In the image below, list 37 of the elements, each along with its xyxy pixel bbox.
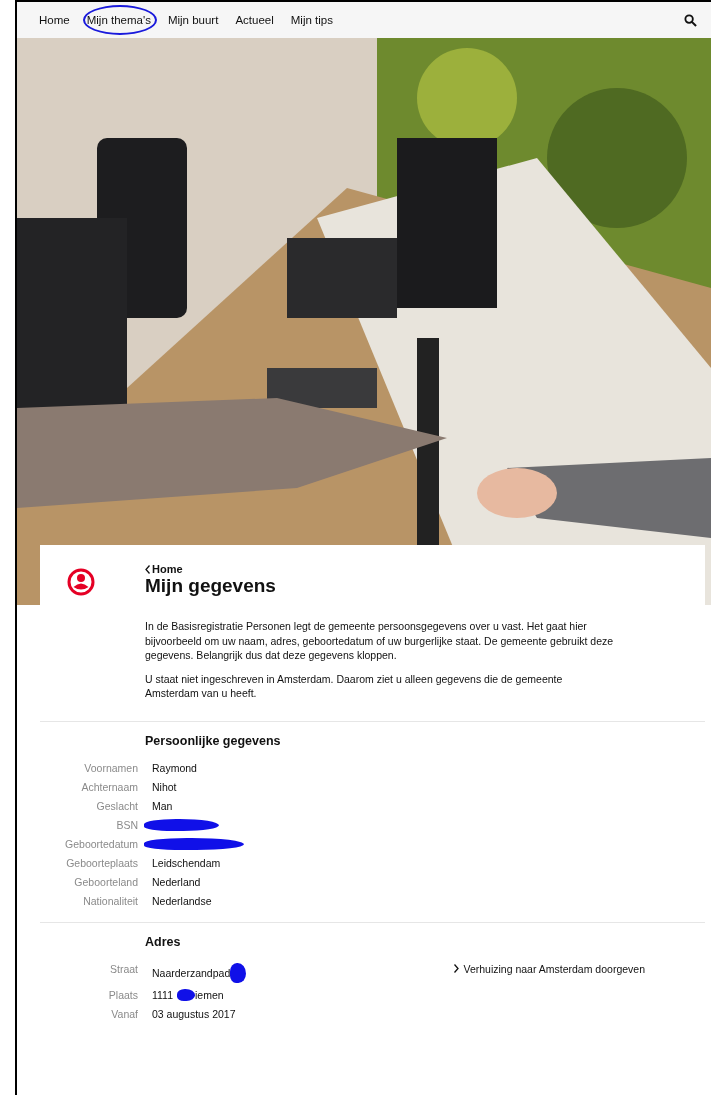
nav-link[interactable]: Mijn thema's [86, 14, 151, 26]
field-label: BSN [115, 818, 138, 832]
field-label: Achternaam [80, 780, 138, 794]
field-label: Geslacht [95, 799, 138, 813]
field-value: iemen [195, 989, 224, 1001]
intro-paragraph: In de Basisregistratie Personen legt de gemeente persoonsgegevens over u vast. Het gaat hier bijvoorbeeld om uw naam, adres, geboortedatum of uw burgerlijke staat. De gemeente gebruikt deze gegevens. Belangrijk dus dat deze gegevens kloppen. [145, 619, 615, 663]
nav-link[interactable]: Mijn buurt [167, 14, 219, 26]
section-title: Persoonlijke gegevens [145, 733, 282, 748]
field-label: Geboorteplaats [65, 856, 138, 870]
field-value: Leidschendam [152, 857, 221, 869]
field-value: Raymond [152, 762, 197, 774]
field-label: Nationaliteit [82, 894, 138, 908]
nav-link[interactable]: Mijn tips [290, 14, 333, 26]
field-value: Naarderzandpad [152, 966, 231, 979]
person-icon [67, 568, 95, 596]
field-label: Geboorteland [73, 875, 138, 889]
page-title: Mijn gegevens [145, 575, 276, 597]
nav-link[interactable]: Home [39, 14, 70, 26]
field-label: Vanaf [110, 1007, 138, 1021]
field-label: Plaats [107, 988, 138, 1002]
chevron-left-icon [145, 564, 150, 574]
field-value: Man [152, 800, 173, 812]
back-link[interactable]: Home [152, 563, 183, 575]
field-value: 1111 [152, 989, 174, 1001]
field-label: Geboortedatum [64, 837, 138, 851]
intro-paragraph: U staat niet ingeschreven in Amsterdam. Daarom ziet u alleen gegevens die de gemeente Amsterdam van u heeft. [145, 671, 564, 701]
field-value: Nihot [152, 781, 177, 793]
field-label: Straat [109, 962, 138, 977]
search-icon[interactable] [684, 13, 697, 27]
chevron-right-icon [454, 964, 460, 973]
field-value: Nederland [152, 876, 201, 888]
move-link[interactable]: Verhuizing naar Amsterdam doorgeven [463, 962, 645, 975]
field-label: Voornamen [83, 761, 138, 775]
field-value: 03 augustus 2017 [152, 1008, 236, 1020]
nav-link[interactable]: Actueel [235, 14, 274, 26]
field-value: Nederlandse [152, 895, 212, 907]
section-title: Adres [145, 934, 182, 949]
